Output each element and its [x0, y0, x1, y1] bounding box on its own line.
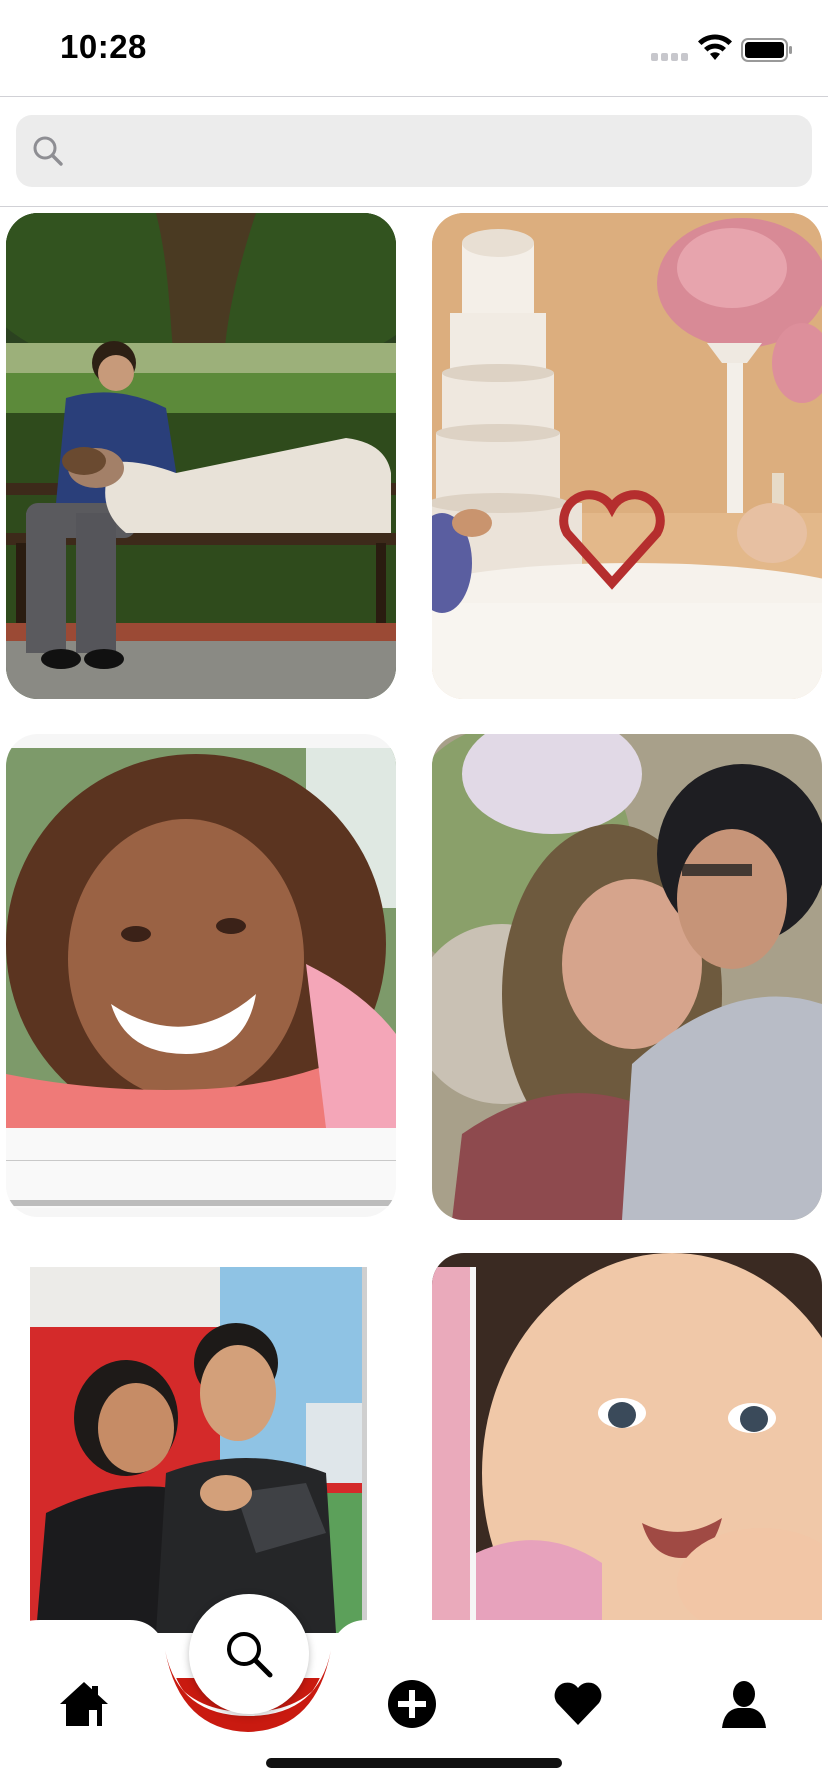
heart-icon	[554, 1682, 602, 1725]
search-divider	[0, 206, 828, 207]
wifi-icon	[698, 34, 732, 60]
photo-wedding-cake-table[interactable]	[432, 213, 822, 699]
search-icon	[33, 136, 63, 166]
photo-smiling-girl[interactable]	[6, 734, 396, 1217]
photo-couple-on-bench[interactable]	[6, 213, 396, 699]
photo-couple-embracing[interactable]	[432, 734, 822, 1220]
status-bar: 10:28	[0, 0, 828, 96]
profile-icon	[722, 1681, 766, 1728]
header-divider	[0, 96, 828, 97]
tab-add[interactable]	[380, 1672, 444, 1736]
search-field[interactable]	[16, 115, 812, 187]
home-indicator	[266, 1758, 562, 1768]
tab-home[interactable]	[52, 1672, 116, 1736]
home-icon	[60, 1682, 108, 1726]
photo-smiling-baby[interactable]	[432, 1253, 822, 1633]
photo-surfer-couple[interactable]	[6, 1253, 396, 1633]
cellular-signal-icon	[651, 53, 691, 63]
add-icon	[388, 1680, 436, 1728]
tab-profile[interactable]	[712, 1672, 776, 1736]
search-icon	[227, 1632, 273, 1678]
tab-search-active[interactable]	[189, 1594, 309, 1714]
search-input[interactable]	[80, 115, 800, 187]
battery-icon	[741, 38, 792, 62]
tab-favorites[interactable]	[546, 1672, 610, 1736]
status-time: 10:28	[60, 28, 147, 65]
